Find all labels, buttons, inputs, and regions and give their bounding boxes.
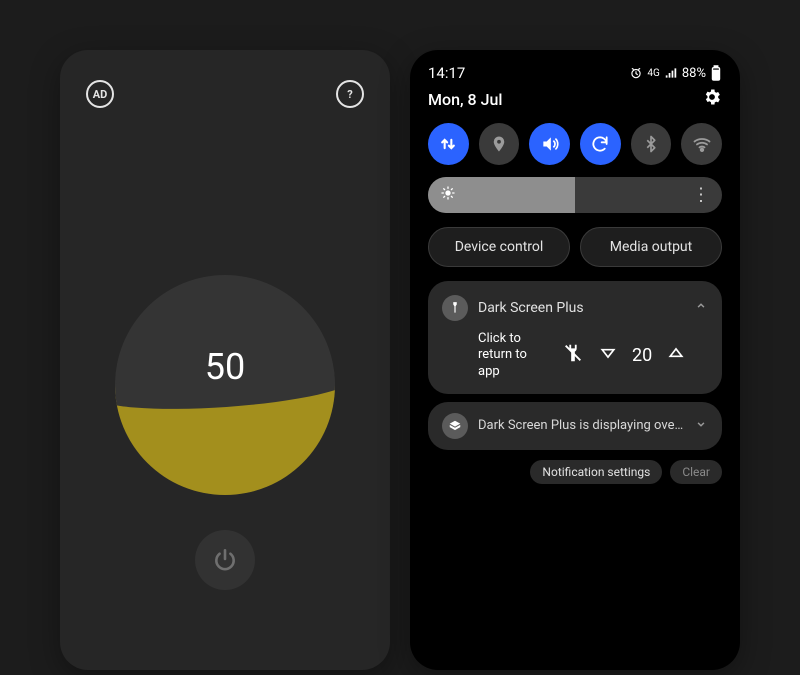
network-label: 4G <box>647 68 659 79</box>
overlay-notif-icon <box>442 413 468 439</box>
brightness-dial[interactable]: 50 <box>115 275 335 495</box>
shade-phone: 14:17 4G 88% Mon, 8 Jul <box>410 50 740 670</box>
layers-icon <box>448 419 462 433</box>
status-time: 14:17 <box>428 64 465 82</box>
overlay-notif-text: Dark Screen Plus is displaying over othe… <box>478 418 684 433</box>
notif-footer-row: Notification settings Clear <box>410 460 740 484</box>
data-arrows-icon <box>438 134 458 154</box>
clear-button[interactable]: Clear <box>670 460 722 484</box>
app-notification[interactable]: Dark Screen Plus Click to return to app … <box>428 281 722 394</box>
notif-value: 20 <box>632 345 652 366</box>
date-row: Mon, 8 Jul <box>410 85 740 121</box>
status-right: 4G 88% <box>629 65 722 81</box>
overlay-notification[interactable]: Dark Screen Plus is displaying over othe… <box>428 402 722 450</box>
sound-icon <box>540 134 560 154</box>
power-button[interactable] <box>195 530 255 590</box>
rotate-icon <box>590 134 610 154</box>
qs-location[interactable] <box>479 123 520 165</box>
decrease-button[interactable] <box>598 343 618 367</box>
app-phone: AD ? 50 <box>60 50 390 670</box>
qs-mobile-data[interactable] <box>428 123 469 165</box>
bluetooth-icon <box>642 135 660 153</box>
collapse-icon[interactable] <box>694 299 708 317</box>
gear-icon <box>702 87 722 107</box>
qs-sound[interactable] <box>529 123 570 165</box>
flashlight-icon <box>448 301 462 315</box>
plug-button[interactable] <box>562 342 584 368</box>
triangle-down-icon <box>598 343 618 363</box>
app-top-bar: AD ? <box>60 50 390 108</box>
device-control-button[interactable]: Device control <box>428 227 570 267</box>
notification-settings-label: Notification settings <box>542 465 650 479</box>
help-label: ? <box>347 88 352 101</box>
media-output-button[interactable]: Media output <box>580 227 722 267</box>
media-output-label: Media output <box>610 239 692 255</box>
control-pill-row: Device control Media output <box>410 227 740 281</box>
alarm-icon <box>629 66 643 80</box>
location-icon <box>490 135 508 153</box>
qs-wifi[interactable] <box>681 123 722 165</box>
battery-label: 88% <box>682 66 706 81</box>
notif-body-text: Click to return to app <box>478 331 548 380</box>
status-bar: 14:17 4G 88% <box>410 50 740 85</box>
battery-icon <box>710 65 722 81</box>
notif-app-icon <box>442 295 468 321</box>
settings-button[interactable] <box>702 87 722 111</box>
increase-button[interactable] <box>666 343 686 367</box>
signal-icon <box>664 66 678 80</box>
power-icon <box>212 547 238 573</box>
qs-rotate[interactable] <box>580 123 621 165</box>
quick-settings-row <box>410 121 740 177</box>
brightness-icon <box>440 185 456 205</box>
triangle-up-icon <box>666 343 686 363</box>
dial-fill <box>115 385 335 495</box>
notif-title: Dark Screen Plus <box>478 300 584 316</box>
notification-settings-button[interactable]: Notification settings <box>530 460 662 484</box>
qs-bluetooth[interactable] <box>631 123 672 165</box>
dial-value: 50 <box>205 346 245 388</box>
ads-button[interactable]: AD <box>86 80 114 108</box>
brightness-more-button[interactable]: ⋮ <box>692 185 710 206</box>
expand-icon[interactable] <box>694 417 708 435</box>
wifi-icon <box>692 134 712 154</box>
ads-label: AD <box>93 88 108 101</box>
device-control-label: Device control <box>455 239 544 255</box>
plug-off-icon <box>562 342 584 364</box>
help-button[interactable]: ? <box>336 80 364 108</box>
clear-label: Clear <box>682 465 710 479</box>
date-text: Mon, 8 Jul <box>428 90 502 109</box>
brightness-slider[interactable]: ⋮ <box>428 177 722 213</box>
